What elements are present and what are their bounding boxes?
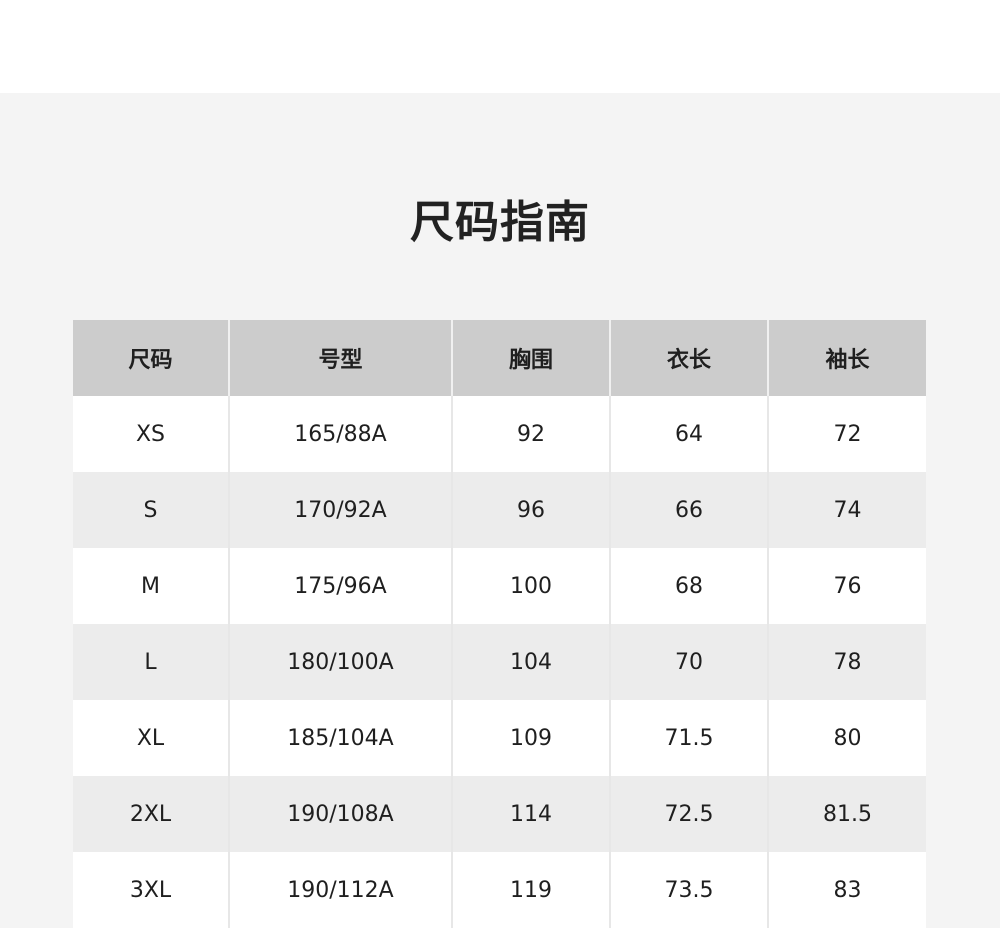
table-row: 2XL 190/108A 114 72.5 81.5 xyxy=(73,776,926,852)
table-cell-size: 3XL xyxy=(73,852,229,928)
table-row: M 175/96A 100 68 76 xyxy=(73,548,926,624)
table-cell-model: 165/88A xyxy=(228,396,452,472)
table-cell-model: 185/104A xyxy=(228,700,452,776)
table-cell-length: 72.5 xyxy=(609,776,768,852)
table-cell-chest: 109 xyxy=(451,700,610,776)
table-cell-chest: 104 xyxy=(451,624,610,700)
size-guide-panel: 尺码指南 尺码 号型 胸围 衣长 袖长 XS 165/88A 92 64 72 … xyxy=(0,93,1000,928)
page-title: 尺码指南 xyxy=(410,197,590,248)
table-cell-length: 70 xyxy=(609,624,768,700)
table-cell-sleeve: 76 xyxy=(767,548,926,624)
table-cell-model: 170/92A xyxy=(228,472,452,548)
table-cell-sleeve: 81.5 xyxy=(767,776,926,852)
table-cell-sleeve: 72 xyxy=(767,396,926,472)
table-cell-chest: 96 xyxy=(451,472,610,548)
table-cell-sleeve: 80 xyxy=(767,700,926,776)
table-cell-model: 175/96A xyxy=(228,548,452,624)
column-header-chest: 胸围 xyxy=(451,320,610,396)
table-cell-length: 68 xyxy=(609,548,768,624)
table-cell-length: 66 xyxy=(609,472,768,548)
table-cell-length: 64 xyxy=(609,396,768,472)
table-cell-model: 190/108A xyxy=(228,776,452,852)
column-header-sleeve: 袖长 xyxy=(767,320,926,396)
table-cell-size: 2XL xyxy=(73,776,229,852)
table-cell-chest: 100 xyxy=(451,548,610,624)
table-cell-chest: 119 xyxy=(451,852,610,928)
column-header-model: 号型 xyxy=(228,320,452,396)
table-cell-size: XL xyxy=(73,700,229,776)
size-table: 尺码 号型 胸围 衣长 袖长 XS 165/88A 92 64 72 S 170… xyxy=(73,320,926,928)
table-cell-model: 190/112A xyxy=(228,852,452,928)
table-row: 3XL 190/112A 119 73.5 83 xyxy=(73,852,926,928)
table-cell-size: M xyxy=(73,548,229,624)
table-row: L 180/100A 104 70 78 xyxy=(73,624,926,700)
column-header-length: 衣长 xyxy=(609,320,768,396)
table-header-row: 尺码 号型 胸围 衣长 袖长 xyxy=(73,320,926,396)
table-cell-size: XS xyxy=(73,396,229,472)
table-cell-chest: 114 xyxy=(451,776,610,852)
table-cell-length: 73.5 xyxy=(609,852,768,928)
table-cell-model: 180/100A xyxy=(228,624,452,700)
table-row: XL 185/104A 109 71.5 80 xyxy=(73,700,926,776)
table-cell-chest: 92 xyxy=(451,396,610,472)
table-row: XS 165/88A 92 64 72 xyxy=(73,396,926,472)
table-cell-sleeve: 78 xyxy=(767,624,926,700)
table-cell-size: S xyxy=(73,472,229,548)
table-cell-sleeve: 83 xyxy=(767,852,926,928)
table-cell-size: L xyxy=(73,624,229,700)
top-white-band xyxy=(0,0,1000,93)
table-cell-length: 71.5 xyxy=(609,700,768,776)
table-cell-sleeve: 74 xyxy=(767,472,926,548)
table-row: S 170/92A 96 66 74 xyxy=(73,472,926,548)
column-header-size: 尺码 xyxy=(73,320,229,396)
